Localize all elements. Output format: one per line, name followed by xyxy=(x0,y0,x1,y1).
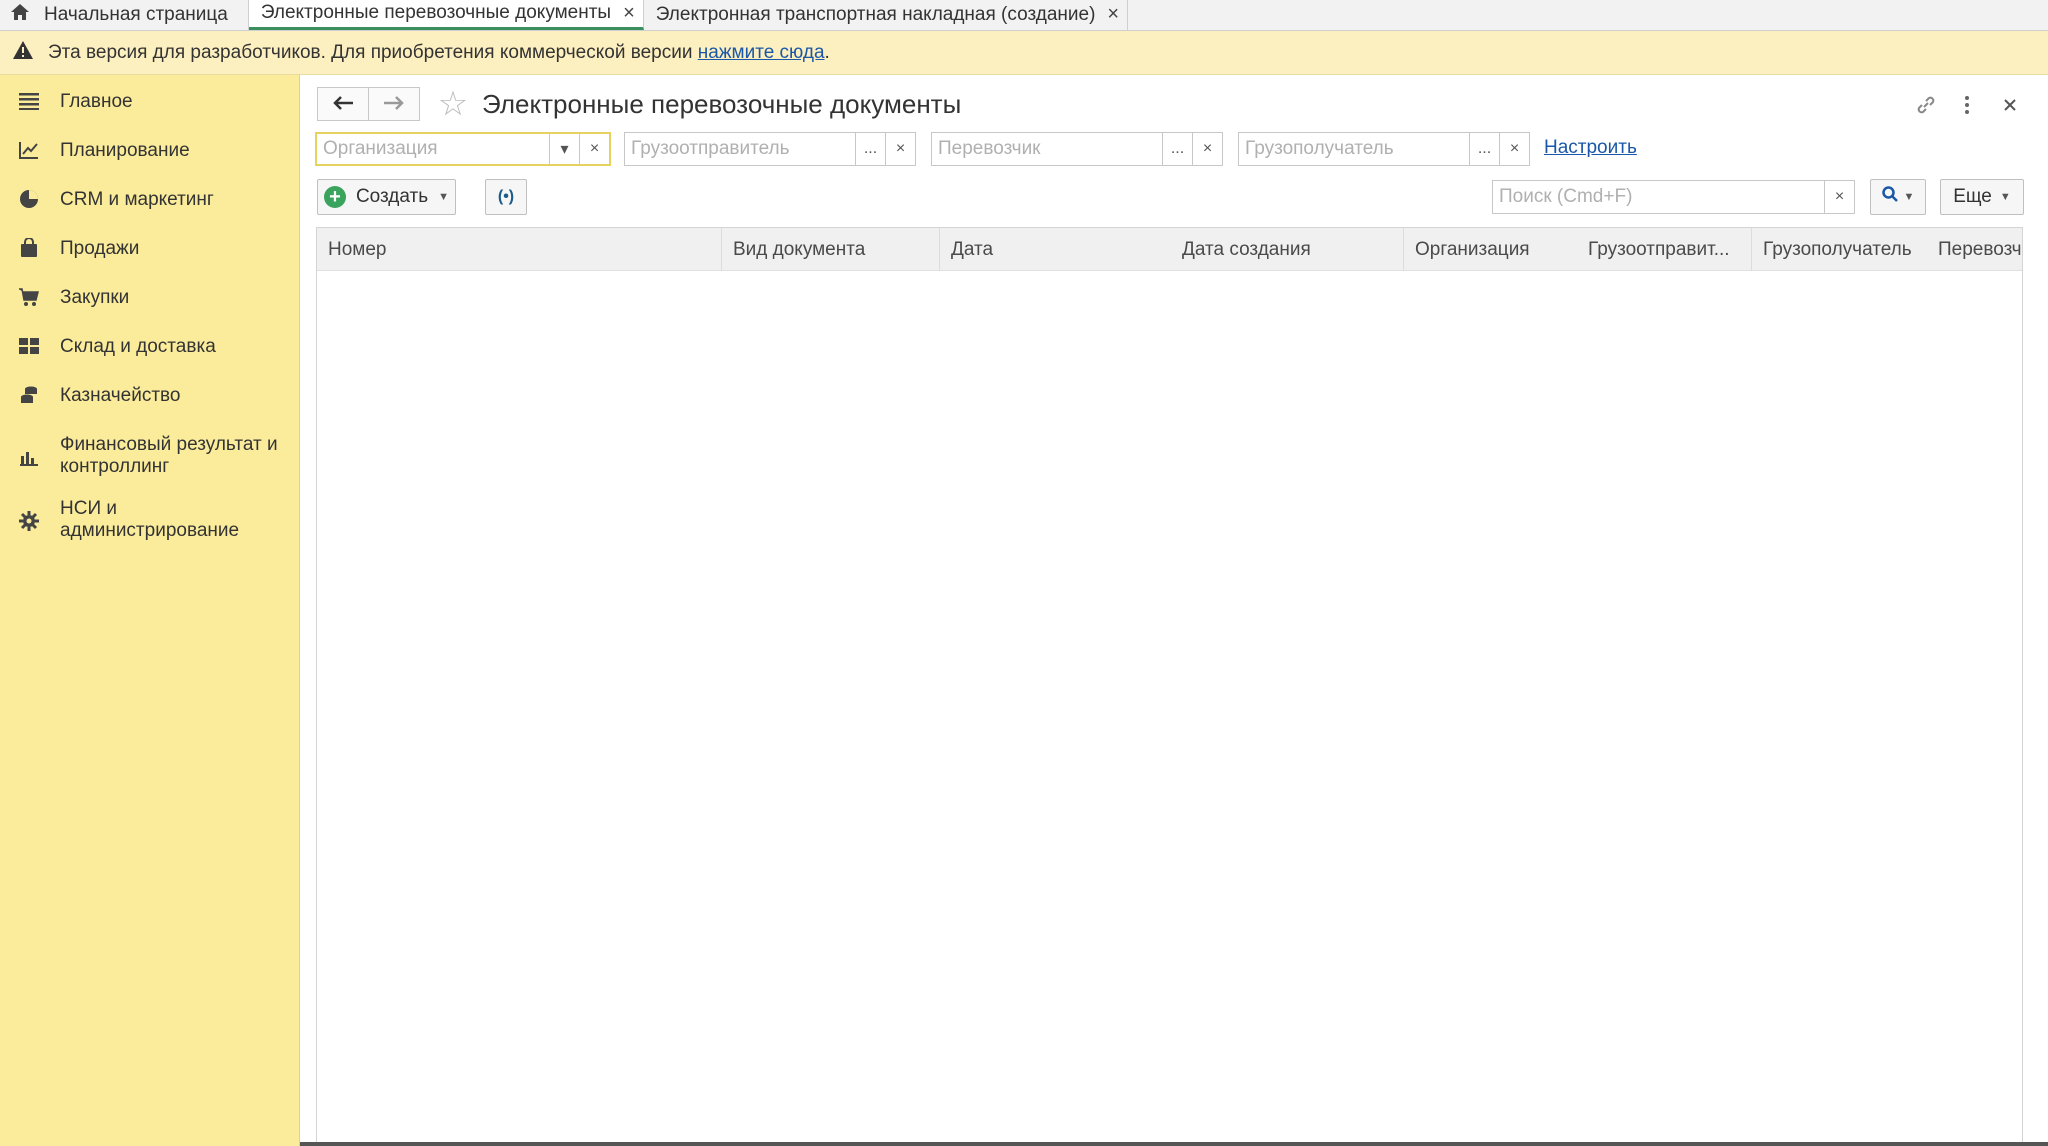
close-icon[interactable] xyxy=(1996,91,2024,119)
sidebar-item-purchases[interactable]: Закупки xyxy=(0,273,299,322)
carrier-input[interactable] xyxy=(932,133,1162,165)
clear-icon[interactable]: × xyxy=(885,133,915,165)
clear-icon[interactable]: × xyxy=(1824,181,1854,213)
more-vertical-icon[interactable] xyxy=(1953,91,1981,119)
more-label: Еще xyxy=(1953,186,1992,207)
cart-icon xyxy=(16,284,42,310)
column-header[interactable]: Грузополучатель xyxy=(1751,228,1927,271)
warehouse-icon xyxy=(16,333,42,359)
chevron-down-icon: ▼ xyxy=(438,191,450,203)
sidebar-item-planning[interactable]: Планирование xyxy=(0,126,299,175)
column-header[interactable]: Грузоотправит... xyxy=(1577,228,1751,271)
forward-button[interactable] xyxy=(368,87,420,121)
sidebar-item-sales[interactable]: Продажи xyxy=(0,224,299,273)
search-field[interactable]: × xyxy=(1492,180,1855,214)
organization-filter[interactable]: ▾ × xyxy=(315,132,611,166)
buy-link[interactable]: нажмите сюда xyxy=(698,42,825,63)
tab-transport-documents[interactable]: Электронные перевозочные документы × xyxy=(248,0,644,30)
sidebar-item-warehouse[interactable]: Склад и доставка xyxy=(0,322,299,371)
consignee-input[interactable] xyxy=(1239,133,1469,165)
main-panel: ☆ Электронные перевозочные документы ▾ ×… xyxy=(300,75,2048,1146)
consignee-filter[interactable]: ... × xyxy=(1238,132,1530,166)
tab-label: Электронные перевозочные документы xyxy=(260,2,612,23)
home-icon xyxy=(10,3,30,27)
search-options-button[interactable]: ▼ xyxy=(1870,179,1926,215)
column-header[interactable]: Организация xyxy=(1403,228,1577,271)
tab-bar: Начальная страница Электронные перевозоч… xyxy=(0,0,2048,31)
tab-waybill-create[interactable]: Электронная транспортная накладная (созд… xyxy=(643,0,1129,30)
menu-icon xyxy=(16,88,42,114)
sidebar-item-treasury[interactable]: Казначейство xyxy=(0,371,299,420)
bar-chart-icon xyxy=(16,444,42,470)
sidebar: Главное Планирование CRM и маркетинг Про… xyxy=(0,75,300,1146)
page-title: Электронные перевозочные документы xyxy=(482,89,962,119)
sidebar-item-label: НСИ и администрирование xyxy=(60,498,240,541)
column-header[interactable]: Дата создания xyxy=(1171,228,1403,271)
sidebar-item-label: Финансовый результат и контроллинг xyxy=(60,434,278,477)
exchange-button[interactable]: (•) xyxy=(485,179,527,215)
shipper-filter[interactable]: ... × xyxy=(624,132,916,166)
close-icon[interactable]: × xyxy=(623,2,635,25)
sidebar-item-label: Главное xyxy=(60,91,133,112)
banner-text: Эта версия для разработчиков. Для приобр… xyxy=(48,41,830,63)
sidebar-item-label: Планирование xyxy=(60,140,190,161)
gear-icon xyxy=(16,508,42,534)
sidebar-item-label: CRM и маркетинг xyxy=(60,189,214,210)
window-bottom-edge xyxy=(300,1142,2048,1146)
create-label: Создать xyxy=(355,186,429,207)
sidebar-item-label: Продажи xyxy=(60,238,140,259)
arrow-left-icon xyxy=(332,91,354,117)
select-button[interactable]: ... xyxy=(1469,133,1499,165)
close-icon[interactable]: × xyxy=(1107,3,1119,26)
shipper-input[interactable] xyxy=(625,133,855,165)
shopping-bag-icon xyxy=(16,235,42,261)
back-button[interactable] xyxy=(317,87,369,121)
broadcast-icon: (•) xyxy=(497,188,515,205)
column-header[interactable]: Дата xyxy=(939,228,1171,271)
sidebar-item-label: Закупки xyxy=(60,287,130,308)
column-header[interactable]: Вид документа xyxy=(721,228,939,271)
sidebar-item-finance[interactable]: Финансовый результат и контроллинг xyxy=(0,420,299,478)
clear-icon[interactable]: × xyxy=(1192,133,1222,165)
dropdown-icon[interactable]: ▾ xyxy=(549,134,579,164)
select-button[interactable]: ... xyxy=(855,133,885,165)
link-icon[interactable] xyxy=(1912,91,1940,119)
chevron-down-icon: ▼ xyxy=(1903,191,1915,203)
sidebar-item-label: Склад и доставка xyxy=(60,336,216,357)
pie-chart-icon xyxy=(16,186,42,212)
tab-label: Электронная транспортная накладная (созд… xyxy=(655,3,1096,25)
sidebar-item-label: Казначейство xyxy=(60,385,181,406)
column-header[interactable]: Номер xyxy=(317,228,721,271)
search-icon xyxy=(1881,186,1898,208)
coins-icon xyxy=(16,382,42,408)
tab-home[interactable]: Начальная страница xyxy=(0,0,249,30)
select-button[interactable]: ... xyxy=(1162,133,1192,165)
planning-icon xyxy=(16,137,42,163)
documents-table[interactable]: Номер Вид документа Дата Дата создания О… xyxy=(316,227,2023,1146)
search-input[interactable] xyxy=(1493,181,1824,213)
sidebar-item-main[interactable]: Главное xyxy=(0,77,299,126)
organization-input[interactable] xyxy=(317,134,549,164)
setup-filters-link[interactable]: Настроить xyxy=(1544,137,1637,159)
sidebar-item-crm[interactable]: CRM и маркетинг xyxy=(0,175,299,224)
developer-version-banner: Эта версия для разработчиков. Для приобр… xyxy=(0,31,2048,75)
add-icon: + xyxy=(323,186,346,208)
clear-icon[interactable]: × xyxy=(1499,133,1529,165)
table-header: Номер Вид документа Дата Дата создания О… xyxy=(317,228,2022,271)
clear-icon[interactable]: × xyxy=(579,134,609,164)
sidebar-item-admin[interactable]: НСИ и администрирование xyxy=(0,484,299,542)
arrow-right-icon xyxy=(383,91,405,117)
chevron-down-icon: ▼ xyxy=(1999,191,2011,203)
more-button[interactable]: Еще ▼ xyxy=(1940,179,2024,215)
column-header[interactable]: Перевозч xyxy=(1927,228,2022,271)
create-button[interactable]: + Создать ▼ xyxy=(317,179,456,215)
tab-home-label: Начальная страница xyxy=(44,3,228,25)
favorite-star-icon[interactable]: ☆ xyxy=(436,87,470,121)
carrier-filter[interactable]: ... × xyxy=(931,132,1223,166)
warning-icon xyxy=(12,40,34,66)
